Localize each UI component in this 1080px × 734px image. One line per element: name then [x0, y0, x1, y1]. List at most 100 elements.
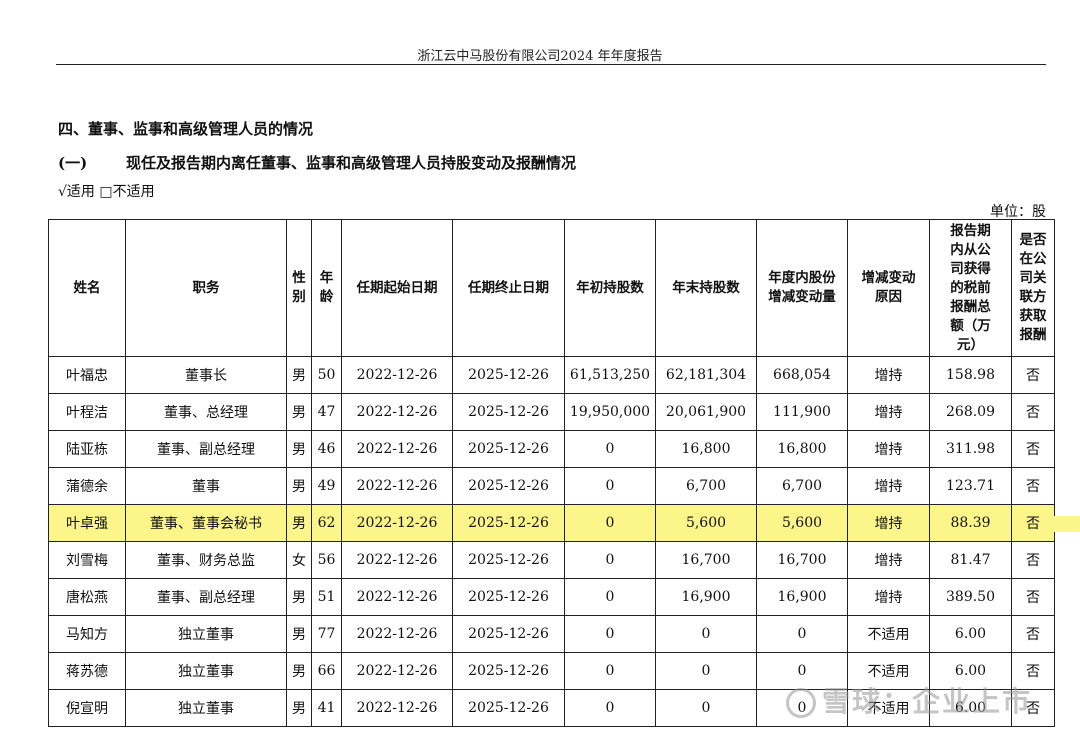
table-cell: 16,700	[756, 541, 848, 579]
subsection-number: (一)	[58, 154, 88, 172]
column-header: 增减变动 原因	[847, 219, 930, 357]
table-cell: 2025-12-26	[452, 430, 565, 468]
table-cell: 增持	[847, 356, 930, 394]
table-cell: 2022-12-26	[341, 689, 453, 727]
table-cell: 62,181,304	[655, 356, 757, 394]
column-header: 性别	[286, 219, 312, 357]
table-cell: 88.39	[929, 504, 1012, 542]
table-cell: 董事、副总经理	[125, 430, 287, 468]
column-header: 年度内股份 增减变动量	[756, 219, 848, 357]
table-cell: 0	[655, 615, 757, 653]
unit-label: 单位：股	[990, 204, 1046, 220]
table-cell: 否	[1011, 430, 1055, 468]
table-cell: 66	[311, 652, 342, 690]
table-cell: 叶福忠	[48, 356, 126, 394]
table-cell: 增持	[847, 430, 930, 468]
table-cell: 311.98	[929, 430, 1012, 468]
table-cell: 董事	[125, 467, 287, 505]
table-cell: 否	[1011, 393, 1055, 431]
table-cell: 16,900	[655, 578, 757, 616]
table-cell: 女	[286, 541, 312, 579]
table-row: 刘雪梅 董事、财务总监女 56 2022-12-26 2025-12-26 0 16,700…	[48, 541, 1055, 579]
table-cell: 否	[1011, 541, 1055, 579]
table-cell: 2025-12-26	[452, 615, 565, 653]
table-cell: 0	[564, 615, 656, 653]
table-cell: 马知方	[48, 615, 126, 653]
table-cell: 56	[311, 541, 342, 579]
table-cell: 不适用	[847, 615, 930, 653]
table-cell: 6,700	[655, 467, 757, 505]
table-cell: 16,900	[756, 578, 848, 616]
table-cell: 20,061,900	[655, 393, 757, 431]
table-cell: 5,600	[756, 504, 848, 542]
table-cell: 董事长	[125, 356, 287, 394]
table-cell: 0	[564, 578, 656, 616]
table-row: 唐松燕 董事、副总经理男 51 2022-12-26 2025-12-26 0 16,900…	[48, 578, 1055, 616]
table-cell: 111,900	[756, 393, 848, 431]
table-cell: 2025-12-26	[452, 578, 565, 616]
table-cell: 389.50	[929, 578, 1012, 616]
table-cell: 16,800	[756, 430, 848, 468]
table-cell: 2022-12-26	[341, 430, 453, 468]
table-cell: 增持	[847, 578, 930, 616]
column-header: 报告期 内从公 司获得 的税前 报酬总 额（万 元）	[929, 219, 1012, 357]
column-header: 任期起始日期	[341, 219, 453, 357]
table-cell: 男	[286, 467, 312, 505]
column-header: 是否 在公 司关 联方 获取 报酬	[1011, 219, 1055, 357]
table-cell: 77	[311, 615, 342, 653]
table-row: 叶程洁 董事、总经理男 47 2022-12-26 2025-12-26 19,950,0…	[48, 393, 1055, 431]
table-row: 蒲德余 董事男 49 2022-12-26 2025-12-26 0 6,700 6,700 增…	[48, 467, 1055, 505]
table-cell: 蒲德余	[48, 467, 126, 505]
table-cell: 男	[286, 578, 312, 616]
table-row: 陆亚栋 董事、副总经理男 46 2022-12-26 2025-12-26 0 16,800…	[48, 430, 1055, 468]
table-cell: 2022-12-26	[341, 652, 453, 690]
table-cell: 6,700	[756, 467, 848, 505]
table-cell: 5,600	[655, 504, 757, 542]
table-cell: 50	[311, 356, 342, 394]
table-cell: 否	[1011, 356, 1055, 394]
table-cell: 陆亚栋	[48, 430, 126, 468]
table-cell: 0	[564, 467, 656, 505]
table-cell: 0	[655, 652, 757, 690]
table-cell: 否	[1011, 615, 1055, 653]
table-cell: 49	[311, 467, 342, 505]
table-cell: 2025-12-26	[452, 689, 565, 727]
table-cell: 2022-12-26	[341, 356, 453, 394]
table-cell: 2025-12-26	[452, 541, 565, 579]
table-cell: 董事、财务总监	[125, 541, 287, 579]
column-header: 年末持股数	[655, 219, 757, 357]
header-divider	[56, 64, 1046, 65]
watermark: 雪球：企业上市	[786, 680, 1032, 720]
table-cell: 否	[1011, 467, 1055, 505]
table-cell: 0	[756, 615, 848, 653]
table-cell: 男	[286, 393, 312, 431]
table-cell: 46	[311, 430, 342, 468]
table-cell: 51	[311, 578, 342, 616]
table-cell: 叶程洁	[48, 393, 126, 431]
table-cell: 倪宣明	[48, 689, 126, 727]
table-cell: 叶卓强	[48, 504, 126, 542]
column-header: 年龄	[311, 219, 342, 357]
table-cell: 62	[311, 504, 342, 542]
table-body: 叶福忠 董事长男 50 2022-12-26 2025-12-26 61,513,250 6…	[48, 356, 1055, 727]
table-cell: 刘雪梅	[48, 541, 126, 579]
table-cell: 0	[564, 430, 656, 468]
table-cell: 123.71	[929, 467, 1012, 505]
table-cell: 6.00	[929, 615, 1012, 653]
section-title: 四、董事、监事和高级管理人员的情况	[58, 120, 314, 138]
table-cell: 独立董事	[125, 689, 287, 727]
table-cell: 158.98	[929, 356, 1012, 394]
highlight-extension	[1054, 516, 1080, 532]
column-header: 姓名	[48, 219, 126, 357]
table-cell: 2025-12-26	[452, 393, 565, 431]
table-cell: 董事、副总经理	[125, 578, 287, 616]
table-cell: 668,054	[756, 356, 848, 394]
table-cell: 268.09	[929, 393, 1012, 431]
table-cell: 独立董事	[125, 615, 287, 653]
table-cell: 2025-12-26	[452, 467, 565, 505]
table-cell: 2025-12-26	[452, 356, 565, 394]
table-cell: 16,700	[655, 541, 757, 579]
table-row: 叶卓强 董事、董事会秘书男 62 2022-12-26 2025-12-26 0 5,600…	[48, 504, 1055, 542]
table-cell: 2022-12-26	[341, 615, 453, 653]
table-cell: 61,513,250	[564, 356, 656, 394]
